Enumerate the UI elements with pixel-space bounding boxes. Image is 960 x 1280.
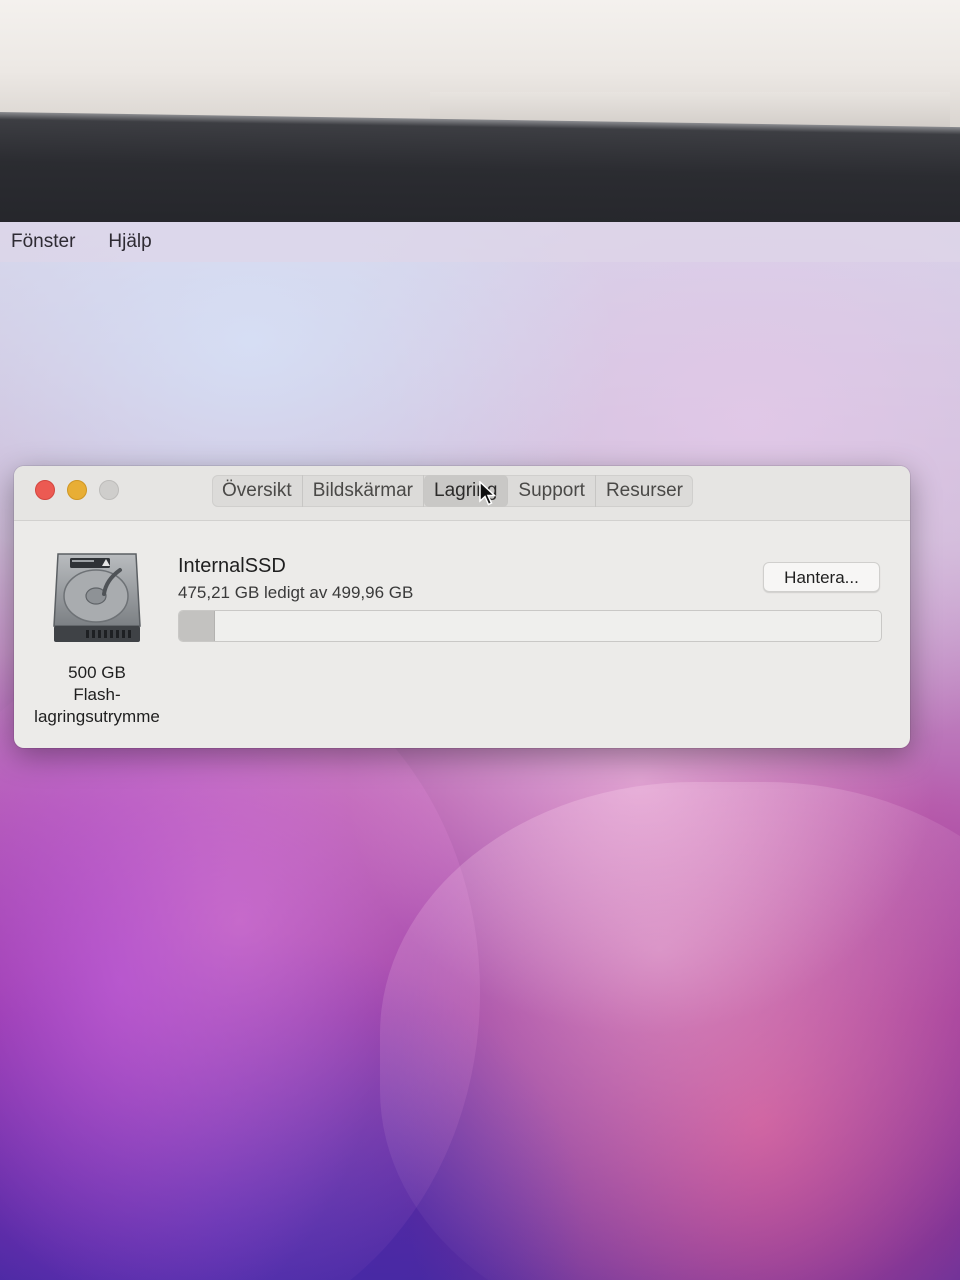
drive-caption: 500 GB Flash- lagringsutrymme <box>22 662 172 728</box>
tab-resources[interactable]: Resurser <box>596 475 693 507</box>
minimize-button[interactable] <box>67 480 87 500</box>
menu-item-help[interactable]: Hjälp <box>108 231 151 253</box>
disk-name: InternalSSD <box>178 555 286 577</box>
zoom-button <box>99 480 119 500</box>
disk-free-space: 475,21 GB ledigt av 499,96 GB <box>178 583 414 602</box>
mouse-pointer-icon <box>479 481 497 506</box>
storage-usage-fill <box>179 611 215 641</box>
tab-displays[interactable]: Bildskärmar <box>303 475 424 507</box>
manage-button[interactable]: Hantera... <box>763 562 880 592</box>
menu-bar: Fönster Hjälp <box>0 222 960 262</box>
drive-capacity: 500 GB <box>68 663 126 682</box>
storage-usage-bar <box>178 610 882 642</box>
hard-drive-icon <box>53 553 141 642</box>
screen: Fönster Hjälp Översikt Bildskärmar Lagri… <box>0 222 960 1280</box>
storage-panel: 500 GB Flash- lagringsutrymme InternalSS… <box>14 521 910 748</box>
about-this-mac-window: Översikt Bildskärmar Lagring Support Res… <box>14 466 910 748</box>
tab-overview[interactable]: Översikt <box>212 475 303 507</box>
tab-support[interactable]: Support <box>508 475 596 507</box>
close-button[interactable] <box>35 480 55 500</box>
wallpaper-wave <box>380 782 960 1280</box>
tab-bar: Översikt Bildskärmar Lagring Support Res… <box>212 475 694 507</box>
drive-type-line-1: Flash- <box>73 685 121 704</box>
menu-item-window[interactable]: Fönster <box>11 231 75 253</box>
title-bar: Översikt Bildskärmar Lagring Support Res… <box>14 466 910 521</box>
drive-type-line-2: lagringsutrymme <box>34 707 160 726</box>
